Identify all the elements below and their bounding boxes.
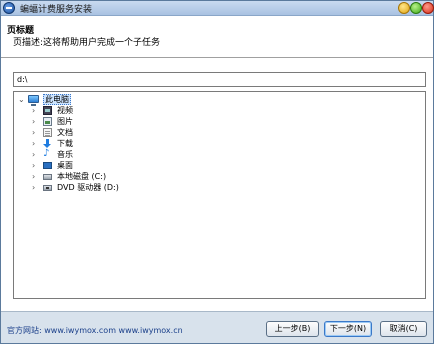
tree-node-label: 视频 [57, 106, 73, 115]
expand-chevron-icon[interactable]: › [32, 116, 38, 127]
download-icon [43, 139, 52, 148]
tree-node-videos[interactable]: › 视频 [32, 105, 152, 116]
expand-chevron-icon[interactable]: › [32, 138, 38, 149]
app-icon [3, 2, 15, 14]
tree-node-documents[interactable]: › 文档 [32, 127, 152, 138]
website-links[interactable]: www.iwymox.com www.iwymox.cn [44, 326, 182, 335]
tree-node-desktop[interactable]: › 桌面 [32, 160, 152, 171]
tree-node-dvd-drive-d[interactable]: › DVD 驱动器 (D:) [32, 182, 172, 193]
tree-node-label: 文档 [57, 128, 73, 137]
cancel-button[interactable]: 取消(C) [380, 321, 427, 337]
previous-button[interactable]: 上一步(B) [266, 321, 319, 337]
video-icon [43, 106, 52, 115]
music-icon: ♪ [43, 148, 50, 159]
next-button[interactable]: 下一步(N) [324, 321, 372, 337]
close-button[interactable] [422, 2, 434, 14]
documents-icon [43, 128, 52, 137]
tree-node-label: 音乐 [57, 150, 73, 159]
tree-node-label: 图片 [57, 117, 73, 126]
tree-node-label: 下载 [57, 139, 73, 148]
page-content: ⌄ 此电脑 › 视频 › 图片 › 文档 › [1, 59, 433, 311]
pc-icon [28, 95, 39, 106]
expand-chevron-icon[interactable]: › [32, 160, 38, 171]
expand-chevron-icon[interactable]: › [32, 149, 38, 160]
tree-node-music[interactable]: › ♪ 音乐 [32, 149, 152, 160]
expand-chevron-icon[interactable]: › [32, 105, 38, 116]
page-header: 页标题 页描述:这将帮助用户完成一个子任务 [1, 16, 433, 58]
window-title: 蝙蝠计费服务安装 [20, 5, 93, 15]
expand-chevron-icon[interactable]: › [32, 171, 38, 182]
pictures-icon [43, 117, 52, 126]
tree-node-this-pc[interactable]: ⌄ 此电脑 [18, 94, 138, 106]
tree-node-label: DVD 驱动器 (D:) [57, 183, 119, 192]
expand-chevron-icon[interactable]: › [32, 127, 38, 138]
collapse-chevron-icon[interactable]: ⌄ [18, 94, 25, 105]
tree-node-local-disk-c[interactable]: › 本地磁盘 (C:) [32, 171, 172, 182]
website-info: 官方网站: www.iwymox.com www.iwymox.cn [7, 325, 183, 336]
tree-node-label: 桌面 [57, 161, 73, 170]
minimize-button[interactable] [398, 2, 410, 14]
disk-icon [43, 174, 52, 180]
dvd-icon [43, 185, 52, 191]
installer-window: 蝙蝠计费服务安装 页标题 页描述:这将帮助用户完成一个子任务 ⌄ 此电脑 › 视… [0, 0, 434, 344]
tree-node-downloads[interactable]: › 下载 [32, 138, 152, 149]
folder-tree[interactable]: ⌄ 此电脑 › 视频 › 图片 › 文档 › 下载 › ♪ 音乐 › 桌面 › … [13, 91, 426, 299]
footer-bar: 官方网站: www.iwymox.com www.iwymox.cn 上一步(B… [1, 311, 433, 343]
page-description: 页描述:这将帮助用户完成一个子任务 [13, 38, 161, 48]
desktop-icon [43, 162, 52, 169]
website-label: 官方网站: [7, 326, 42, 335]
maximize-button[interactable] [410, 2, 422, 14]
path-input[interactable] [13, 72, 426, 87]
tree-node-pictures[interactable]: › 图片 [32, 116, 152, 127]
expand-chevron-icon[interactable]: › [32, 182, 38, 193]
tree-node-label: 本地磁盘 (C:) [57, 172, 107, 181]
title-bar[interactable]: 蝙蝠计费服务安装 [1, 1, 434, 16]
tree-node-label: 此电脑 [43, 94, 71, 105]
